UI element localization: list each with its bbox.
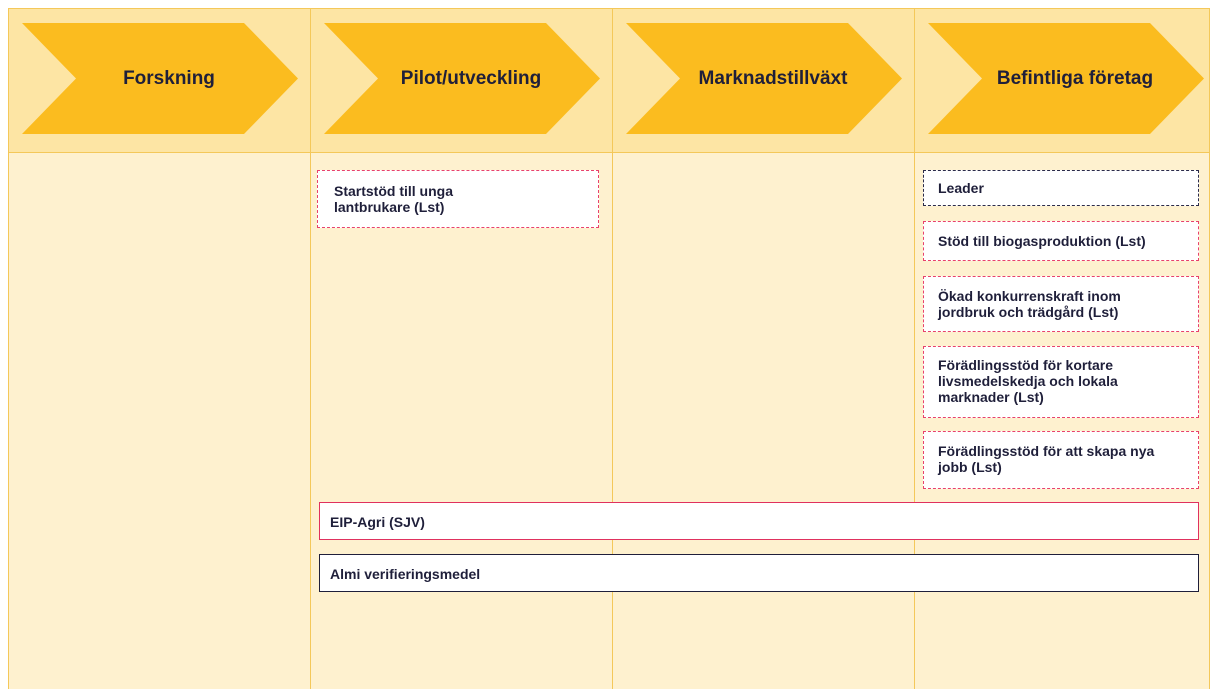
stage-label: Pilot/utveckling (400, 67, 542, 89)
program-label: Stöd till biogasproduktion (Lst) (938, 233, 1146, 249)
board-border-left (8, 8, 9, 689)
stage-label: Forskning (123, 67, 215, 89)
program-label: EIP-Agri (SJV) (330, 514, 425, 530)
stage-label: Marknadstillväxt (698, 67, 848, 89)
program-label: Leader (938, 180, 984, 196)
column-divider (310, 8, 311, 689)
program-label: Förädlingsstöd för kortare livsmedelsked… (938, 357, 1118, 405)
program-label: Ökad konkurrenskraft inom jordbruk och t… (938, 288, 1121, 320)
stage-forskning: Forskning (22, 23, 298, 134)
program-leader: Leader (923, 170, 1199, 206)
stage-marknadstillvaxt: Marknadstillväxt (626, 23, 902, 134)
program-label: Almi verifieringsmedel (330, 566, 481, 582)
program-startstod: Startstöd till unga lantbrukare (Lst) (317, 170, 599, 228)
program-label: Startstöd till unga lantbrukare (Lst) (334, 183, 453, 215)
program-label: Förädlingsstöd för att skapa nya jobb (L… (938, 443, 1155, 475)
program-biogas: Stöd till biogasproduktion (Lst) (923, 221, 1199, 261)
program-almi: Almi verifieringsmedel (319, 554, 1199, 592)
program-foradling-kortare: Förädlingsstöd för kortare livsmedelsked… (923, 346, 1199, 418)
stage-label: Befintliga företag (996, 67, 1154, 89)
board-border-top (8, 8, 1210, 9)
program-foradling-jobb: Förädlingsstöd för att skapa nya jobb (L… (923, 431, 1199, 489)
funding-board: Forskning Pilot/utveckling Marknadstillv… (8, 8, 1210, 689)
program-eip-agri: EIP-Agri (SJV) (319, 502, 1199, 540)
board-border-right (1209, 8, 1210, 689)
program-konkurrenskraft: Ökad konkurrenskraft inom jordbruk och t… (923, 276, 1199, 332)
stage-befintliga-foretag: Befintliga företag (928, 23, 1204, 134)
stage-pilot-utveckling: Pilot/utveckling (324, 23, 600, 134)
